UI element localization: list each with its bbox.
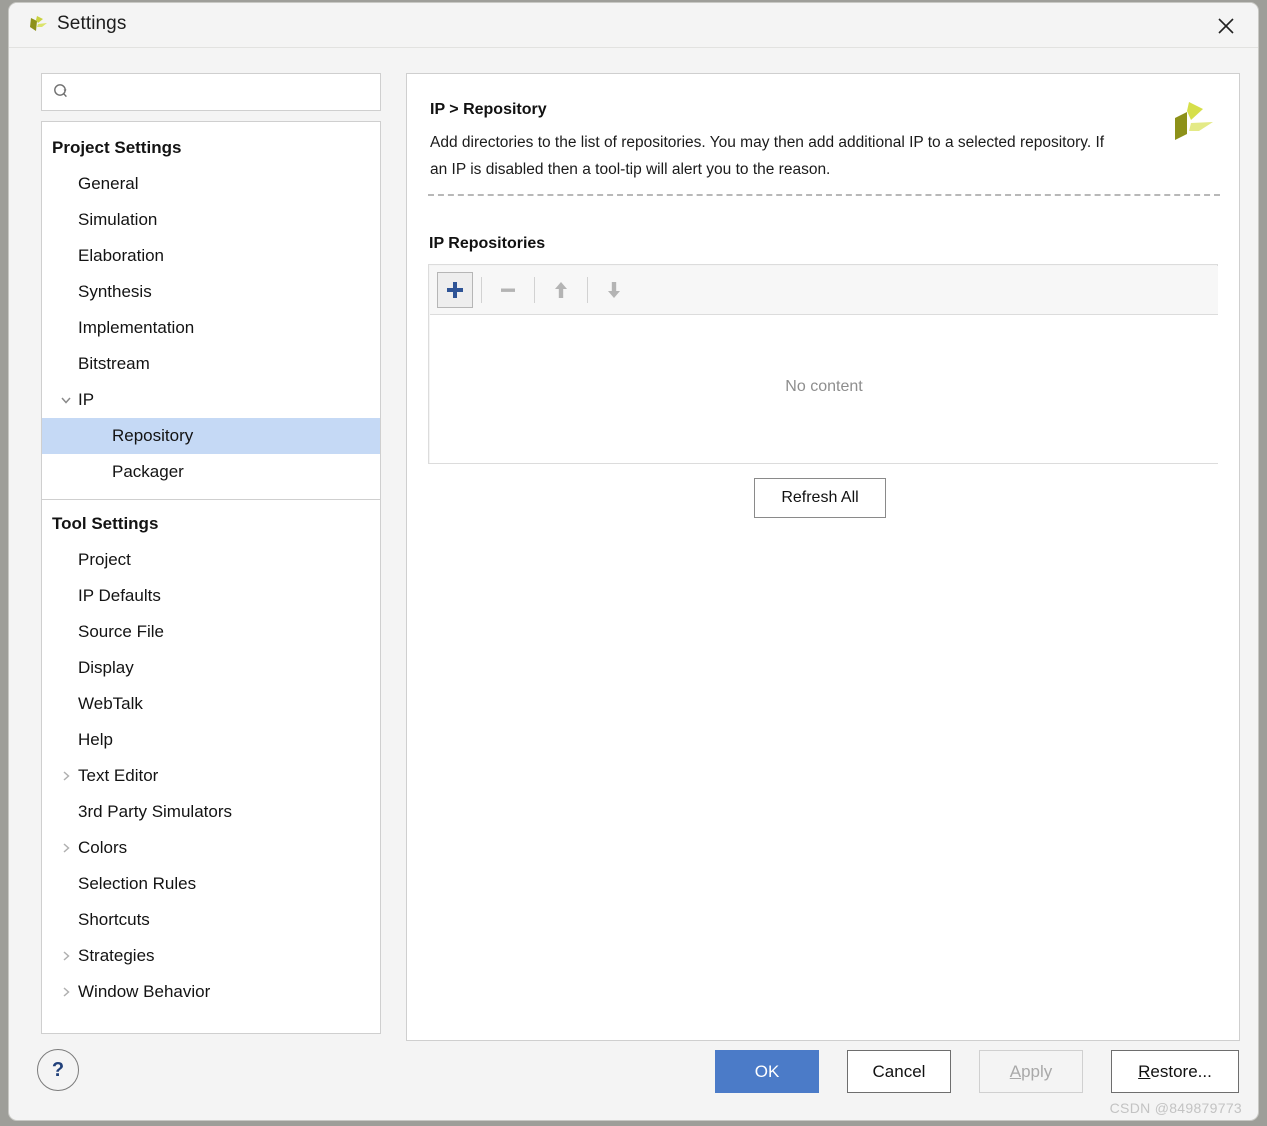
sidebar-item-label: Strategies [78, 946, 155, 965]
sidebar-item-label: Repository [112, 426, 194, 445]
sidebar-item-display[interactable]: Display [42, 650, 380, 686]
sidebar-item-colors[interactable]: Colors [42, 830, 380, 866]
sidebar-item-implementation[interactable]: Implementation [42, 310, 380, 346]
sidebar-item-source-file[interactable]: Source File [42, 614, 380, 650]
chevron-right-icon[interactable] [59, 985, 73, 999]
move-up-button[interactable] [543, 272, 579, 308]
apply-label-rest: pply [1021, 1061, 1053, 1081]
ok-button[interactable]: OK [715, 1050, 819, 1093]
ip-repositories-list[interactable]: No content [430, 314, 1218, 463]
sidebar-item-label: IP Defaults [78, 586, 161, 605]
sidebar-item-label: Simulation [78, 210, 158, 229]
chevron-down-icon[interactable] [59, 393, 73, 407]
sidebar-item-repository[interactable]: Repository [42, 418, 380, 454]
sidebar-item-label: Project [78, 550, 131, 569]
sidebar-item-text-editor[interactable]: Text Editor [42, 758, 380, 794]
sidebar-item-label: WebTalk [78, 694, 143, 713]
sidebar-item-general[interactable]: General [42, 166, 380, 202]
sidebar-item-label: Synthesis [78, 282, 152, 301]
sidebar-item-packager[interactable]: Packager [42, 454, 380, 490]
chevron-right-icon[interactable] [59, 769, 73, 783]
apply-button[interactable]: Apply [979, 1050, 1083, 1093]
chevron-right-icon[interactable] [59, 949, 73, 963]
sidebar-item-label: Selection Rules [78, 874, 197, 893]
sidebar-item-label: Bitstream [78, 354, 150, 373]
apply-mnemonic: A [1009, 1061, 1022, 1081]
sidebar-item-label: Help [78, 730, 113, 749]
sidebar-item-help[interactable]: Help [42, 722, 380, 758]
sidebar-item-label: Window Behavior [78, 982, 211, 1001]
sidebar-item-label: Source File [78, 622, 164, 641]
vivado-logo-icon [27, 14, 51, 38]
toolbar-separator [587, 277, 588, 303]
sidebar-item-label: Implementation [78, 318, 195, 337]
dialog-button-bar: OK Cancel Apply Restore... [715, 1050, 1239, 1093]
search-input[interactable] [72, 74, 380, 110]
sidebar-item-label: IP [78, 390, 95, 409]
tree-group-header: Tool Settings [52, 514, 159, 533]
search-box[interactable] [41, 73, 381, 111]
sidebar-item-bitstream[interactable]: Bitstream [42, 346, 380, 382]
sidebar-item-synthesis[interactable]: Synthesis [42, 274, 380, 310]
sidebar-item-label: Colors [78, 838, 128, 857]
sidebar-item-strategies[interactable]: Strategies [42, 938, 380, 974]
sidebar-item-label: Elaboration [78, 246, 165, 265]
section-label: IP Repositories [429, 235, 546, 252]
settings-dialog: Settings Project Settings General Simula… [8, 2, 1259, 1121]
page-title: IP > Repository [430, 101, 547, 118]
watermark: CSDN @849879773 [1109, 1100, 1242, 1116]
header-separator [428, 194, 1220, 196]
sidebar-item-3rd-party-simulators[interactable]: 3rd Party Simulators [42, 794, 380, 830]
sidebar-item-label: Display [78, 658, 134, 677]
restore-mnemonic: R [1138, 1061, 1151, 1081]
settings-tree[interactable]: Project Settings General Simulation Elabora… [41, 121, 381, 1034]
settings-tree-inner: Project Settings General Simulation Elabora… [42, 122, 380, 1010]
search-icon [52, 82, 72, 102]
sidebar-item-label: 3rd Party Simulators [78, 802, 232, 821]
remove-repository-button[interactable] [490, 272, 526, 308]
sidebar-item-label: General [78, 174, 139, 193]
settings-sidebar: Project Settings General Simulation Elabora… [35, 67, 381, 1042]
xilinx-logo-icon [1165, 96, 1219, 150]
sidebar-item-project[interactable]: Project [42, 542, 380, 578]
sidebar-item-label: Shortcuts [78, 910, 150, 929]
sidebar-item-elaboration[interactable]: Elaboration [42, 238, 380, 274]
sidebar-item-label: Text Editor [78, 766, 159, 785]
toolbar-separator [534, 277, 535, 303]
close-icon[interactable] [1200, 3, 1252, 48]
restore-label-rest: estore... [1150, 1061, 1212, 1081]
refresh-all-button[interactable]: Refresh All [754, 478, 886, 518]
sidebar-item-simulation[interactable]: Simulation [42, 202, 380, 238]
move-down-button[interactable] [596, 272, 632, 308]
sidebar-item-selection-rules[interactable]: Selection Rules [42, 866, 380, 902]
ip-repositories-list-widget: No content [428, 264, 1218, 464]
tree-group-header: Project Settings [52, 138, 182, 157]
sidebar-item-shortcuts[interactable]: Shortcuts [42, 902, 380, 938]
restore-button[interactable]: Restore... [1111, 1050, 1239, 1093]
cancel-button[interactable]: Cancel [847, 1050, 951, 1093]
list-toolbar [430, 266, 1218, 314]
help-button[interactable]: ? [37, 1049, 79, 1091]
sidebar-item-ip[interactable]: IP [42, 382, 380, 418]
settings-content-panel: IP > Repository Add directories to the l… [406, 73, 1240, 1041]
page-description: Add directories to the list of repositor… [430, 134, 1105, 178]
window-title: Settings [57, 13, 127, 34]
title-bar: Settings [9, 3, 1258, 48]
chevron-right-icon[interactable] [59, 841, 73, 855]
sidebar-item-ip-defaults[interactable]: IP Defaults [42, 578, 380, 614]
sidebar-item-window-behavior[interactable]: Window Behavior [42, 974, 380, 1010]
empty-state-text: No content [785, 378, 863, 395]
content-header: IP > Repository Add directories to the l… [407, 74, 1239, 195]
tree-group-divider [42, 499, 380, 500]
sidebar-item-webtalk[interactable]: WebTalk [42, 686, 380, 722]
sidebar-item-label: Packager [112, 462, 184, 481]
add-repository-button[interactable] [437, 272, 473, 308]
screenshot-root: Settings Project Settings General Simula… [0, 0, 1267, 1126]
toolbar-separator [481, 277, 482, 303]
